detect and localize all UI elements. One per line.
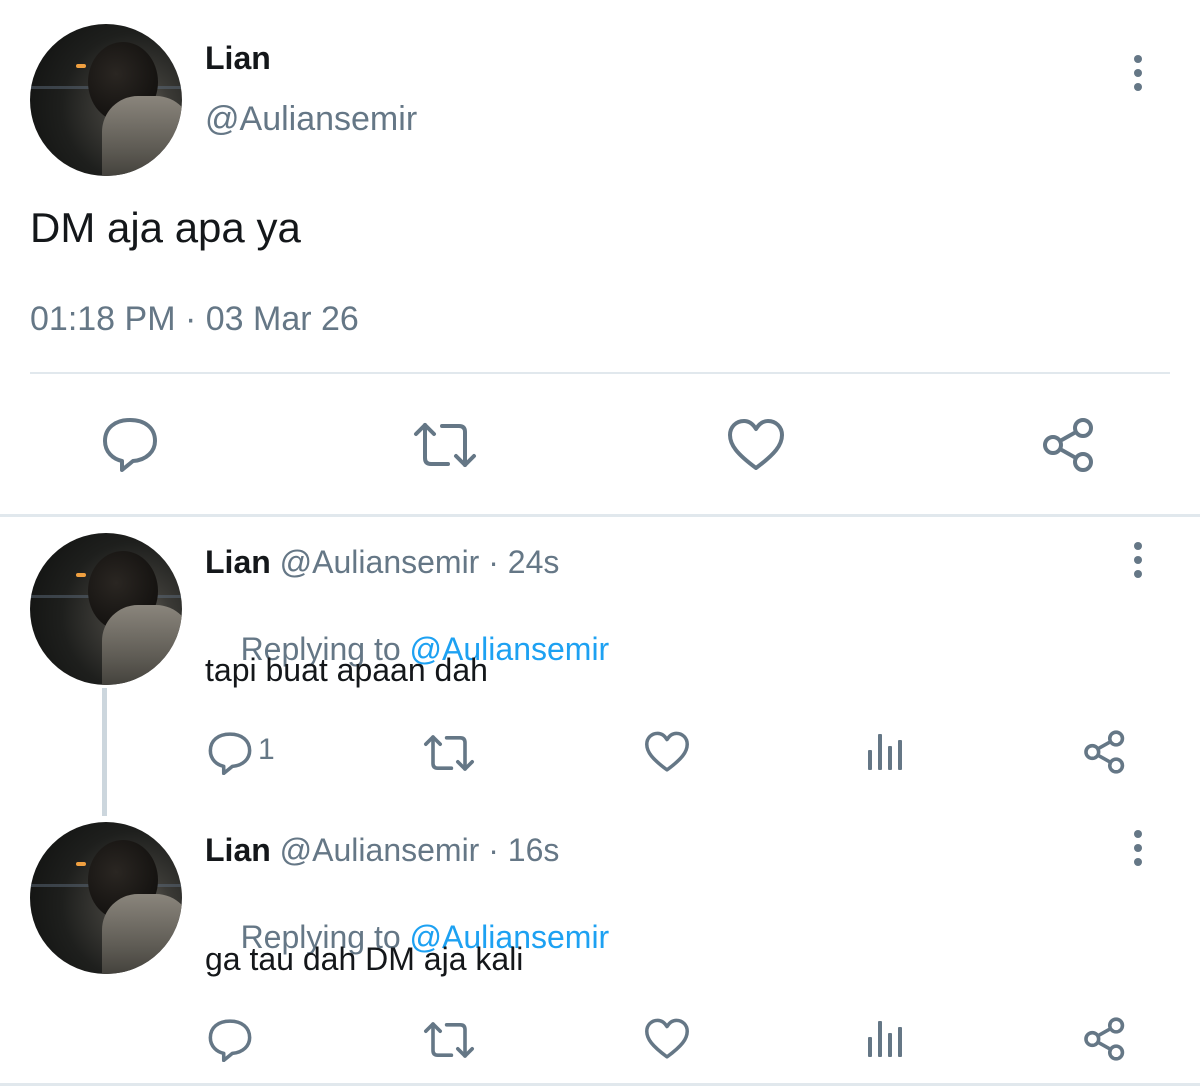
author-handle[interactable]: @Auliansemir	[280, 544, 480, 580]
share-icon[interactable]	[1082, 729, 1128, 775]
like-icon[interactable]	[644, 1018, 690, 1060]
reply-time: · 24s	[479, 544, 560, 580]
bottom-divider	[0, 1083, 1200, 1086]
share-icon[interactable]	[1040, 416, 1098, 474]
tweet-timestamp: 01:18 PM · 03 Mar 26	[30, 300, 359, 338]
analytics-icon[interactable]	[866, 1019, 906, 1057]
author-name[interactable]: Lian	[205, 544, 271, 580]
reply-count: 1	[258, 733, 275, 766]
reply-header: Lian @Auliansemir · 24s	[205, 542, 559, 582]
more-options-icon[interactable]	[1133, 542, 1143, 578]
thread-line	[102, 688, 107, 816]
like-icon[interactable]	[644, 731, 690, 773]
replying-to: Replying to @Auliansemir	[205, 877, 610, 997]
reply-icon[interactable]	[206, 1018, 254, 1062]
tweet-text: DM aja apa ya	[30, 204, 301, 251]
retweet-icon[interactable]	[422, 1020, 476, 1060]
avatar[interactable]	[30, 533, 182, 685]
tweet-text: tapi buat apaan dah	[205, 652, 488, 688]
author-name[interactable]: Lian	[205, 38, 271, 78]
author-handle[interactable]: @Auliansemir	[280, 832, 480, 868]
share-icon[interactable]	[1082, 1016, 1128, 1062]
tweet-text: ga tau dah DM aja kali	[205, 941, 524, 977]
avatar[interactable]	[30, 24, 182, 176]
author-handle[interactable]: @Auliansemir	[205, 98, 417, 140]
more-options-icon[interactable]	[1133, 830, 1143, 866]
like-icon[interactable]	[727, 418, 785, 472]
section-divider	[0, 514, 1200, 517]
reply-icon[interactable]	[206, 731, 254, 775]
retweet-icon[interactable]	[422, 733, 476, 773]
reply-time: · 16s	[479, 832, 560, 868]
avatar[interactable]	[30, 822, 182, 974]
retweet-icon[interactable]	[412, 420, 478, 470]
divider	[30, 372, 1170, 374]
analytics-icon[interactable]	[866, 732, 906, 770]
more-options-icon[interactable]	[1133, 55, 1143, 91]
reply-header: Lian @Auliansemir · 16s	[205, 830, 559, 870]
reply-icon[interactable]	[100, 416, 160, 472]
replying-to: Replying to @Auliansemir	[205, 589, 610, 709]
author-name[interactable]: Lian	[205, 832, 271, 868]
